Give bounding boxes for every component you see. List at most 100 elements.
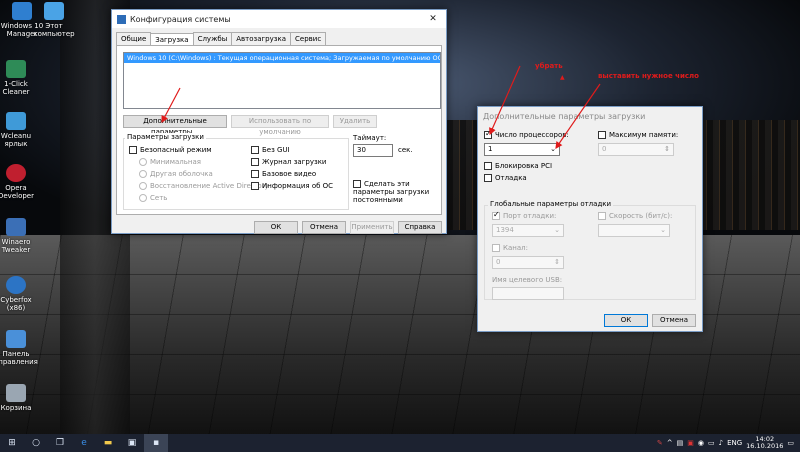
annotation-remove: убрать (535, 62, 563, 70)
store-icon[interactable]: ▣ (120, 434, 144, 452)
channel-option[interactable]: Канал: (492, 244, 528, 252)
debug-port-select[interactable]: 1394 ⌄ (492, 224, 564, 237)
baud-rate-checkbox[interactable] (598, 212, 606, 220)
advanced-options-button[interactable]: Дополнительные параметры... (123, 115, 227, 136)
usb-target-label: Имя целевого USB: (492, 276, 563, 284)
msconfig-window: Конфигурация системы ✕ Общие Загрузка Сл… (111, 9, 447, 234)
taskbar: ⊞ ○ ❐ e ▬ ▣ ▪ ✎ ^ ▤ ▣ ◉ ▭ ♪ ENG 14:02 16… (0, 434, 800, 452)
base-video-checkbox[interactable] (251, 170, 259, 178)
notifications-icon[interactable]: ▭ (787, 439, 794, 447)
apply-button[interactable]: Применить (350, 221, 394, 234)
num-processors-option[interactable]: Число процессоров: (484, 129, 569, 139)
base-video-option[interactable]: Базовое видео (251, 170, 316, 178)
safe-mode-checkbox[interactable] (129, 146, 137, 154)
ok-button[interactable]: ОК (254, 221, 298, 234)
ad-restore-radio[interactable] (139, 182, 147, 190)
max-memory-option[interactable]: Максимум памяти: (598, 131, 678, 139)
desktop-icon-recycle-bin[interactable]: Корзина (0, 384, 38, 412)
cancel-button[interactable]: Отмена (302, 221, 346, 234)
desktop-icon-wcleanu[interactable]: Wcleanu ярлык (0, 112, 38, 148)
tab-tools[interactable]: Сервис (290, 32, 327, 45)
help-button[interactable]: Справка (398, 221, 442, 234)
msconfig-app-icon (117, 14, 126, 24)
safe-mode-option[interactable]: Безопасный режим (129, 146, 212, 154)
tab-startup[interactable]: Автозагрузка (231, 32, 292, 45)
advanced-titlebar[interactable]: Дополнительные параметры загрузки (478, 107, 702, 125)
advanced-title: Дополнительные параметры загрузки (483, 111, 646, 121)
start-button[interactable]: ⊞ (0, 434, 24, 452)
usb-target-input[interactable] (492, 287, 564, 300)
pci-lock-checkbox[interactable] (484, 162, 492, 170)
volume-icon[interactable]: ♪ (719, 439, 723, 447)
baud-rate-option[interactable]: Скорость (бит/с): (598, 212, 672, 220)
tray-icon-2[interactable]: ▤ (677, 439, 684, 447)
msconfig-titlebar[interactable]: Конфигурация системы ✕ (112, 10, 446, 28)
boot-log-checkbox[interactable] (251, 158, 259, 166)
debug-checkbox[interactable] (484, 174, 492, 182)
spinner-icon: ⇕ (664, 145, 670, 153)
spinner-icon: ⇕ (554, 258, 560, 266)
ad-restore-option[interactable]: Восстановление Active Directory (139, 182, 269, 190)
msconfig-taskbar-icon[interactable]: ▪ (144, 434, 168, 452)
timeout-input[interactable]: 30 (353, 144, 393, 157)
wcleanu-icon (6, 112, 26, 130)
advanced-cancel-button[interactable]: Отмена (652, 314, 696, 327)
alt-shell-radio[interactable] (139, 170, 147, 178)
alt-shell-option[interactable]: Другая оболочка (139, 170, 213, 178)
tray-icon-4[interactable]: ◉ (698, 439, 704, 447)
system-tray: ✎ ^ ▤ ▣ ◉ ▭ ♪ ENG 14:02 16.10.2016 ▭ (657, 436, 800, 450)
clock[interactable]: 14:02 16.10.2016 (746, 436, 783, 450)
debug-option[interactable]: Отладка (484, 174, 527, 182)
search-icon[interactable]: ○ (24, 434, 48, 452)
desktop-icon-winaero-tweaker[interactable]: Winaero Tweaker (0, 218, 38, 254)
annotation-set-number: выставить нужное число (598, 72, 699, 80)
boot-log-option[interactable]: Журнал загрузки (251, 158, 326, 166)
desktop-icon-1click-cleaner[interactable]: 1-Click Cleaner (0, 60, 38, 96)
desktop-icon-cyberfox[interactable]: Cyberfox (x86) (0, 276, 38, 312)
close-icon[interactable]: ✕ (420, 14, 446, 24)
language-indicator[interactable]: ENG (727, 439, 742, 447)
delete-button[interactable]: Удалить (333, 115, 377, 128)
network-option[interactable]: Сеть (139, 194, 167, 202)
os-info-checkbox[interactable] (251, 182, 259, 190)
num-processors-select[interactable]: 1 ⌄ (484, 143, 560, 156)
channel-input[interactable]: 0 ⇕ (492, 256, 564, 269)
baud-rate-select[interactable]: ⌄ (598, 224, 670, 237)
minimal-option[interactable]: Минимальная (139, 158, 201, 166)
boot-entry[interactable]: Windows 10 (C:\Windows) : Текущая операц… (124, 53, 440, 63)
num-processors-checkbox[interactable] (484, 129, 492, 139)
make-permanent-option[interactable]: Сделать эти параметры загрузки постоянны… (353, 180, 445, 204)
desktop-icon-opera-developer[interactable]: Opera Developer (0, 164, 38, 200)
debug-port-checkbox[interactable] (492, 210, 500, 220)
advanced-boot-window: Дополнительные параметры загрузки Число … (477, 106, 703, 332)
chevron-down-icon: ⌄ (554, 226, 560, 234)
control-panel-icon (6, 330, 26, 348)
max-memory-input[interactable]: 0 ⇕ (598, 143, 674, 156)
task-view-icon[interactable]: ❐ (48, 434, 72, 452)
no-gui-checkbox[interactable] (251, 146, 259, 154)
desktop-icon-control-panel[interactable]: Панель управления (0, 330, 38, 366)
os-info-option[interactable]: Информация об ОС (251, 182, 333, 190)
cleaner-icon (6, 60, 26, 78)
pci-lock-option[interactable]: Блокировка PCI (484, 162, 552, 170)
file-explorer-icon[interactable]: ▬ (96, 434, 120, 452)
tray-chevron-icon[interactable]: ^ (667, 439, 673, 447)
tab-services[interactable]: Службы (192, 32, 233, 45)
max-memory-checkbox[interactable] (598, 131, 606, 139)
debug-port-option[interactable]: Порт отладки: (492, 210, 556, 220)
boot-list[interactable]: Windows 10 (C:\Windows) : Текущая операц… (123, 52, 441, 109)
tray-icon-1[interactable]: ✎ (657, 439, 663, 447)
network-icon[interactable]: ▭ (708, 439, 715, 447)
make-permanent-checkbox[interactable] (353, 180, 361, 188)
tray-icon-3[interactable]: ▣ (687, 439, 694, 447)
no-gui-option[interactable]: Без GUI (251, 146, 290, 154)
set-default-button[interactable]: Использовать по умолчанию (231, 115, 329, 136)
chevron-down-icon: ⌄ (550, 145, 556, 153)
tab-general[interactable]: Общие (116, 32, 152, 45)
minimal-radio[interactable] (139, 158, 147, 166)
desktop-icon-this-pc[interactable]: Этот компьютер (32, 2, 76, 38)
channel-checkbox[interactable] (492, 244, 500, 252)
edge-icon[interactable]: e (72, 434, 96, 452)
network-radio[interactable] (139, 194, 147, 202)
advanced-ok-button[interactable]: ОК (604, 314, 648, 327)
